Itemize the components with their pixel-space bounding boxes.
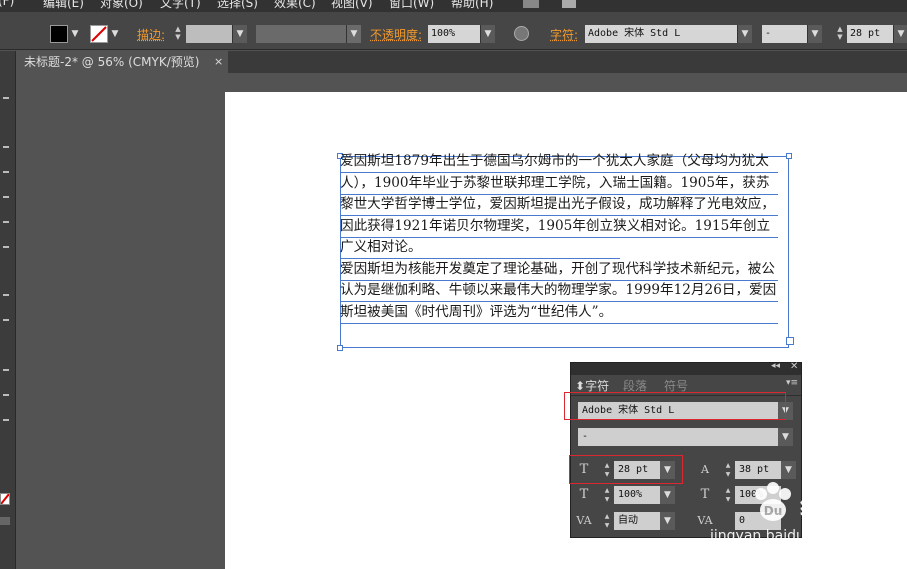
overflow-handle[interactable] — [786, 337, 794, 345]
tool-icon[interactable] — [3, 196, 9, 198]
expand-icon: ⬍ — [575, 379, 586, 393]
leading-field[interactable]: 38 pt — [735, 461, 781, 479]
control-bar: ▼ ▼ 描边: ▲ ▼ ▼ ▼ 不透明度: 100% ▼ 字符: Adobe 宋体… — [0, 12, 907, 50]
menu-select[interactable]: 选择(S) — [217, 0, 258, 11]
menu-window[interactable]: 窗口(W) — [389, 0, 434, 11]
watermark: Du 经验 jingyan.baidu.com — [710, 478, 907, 569]
vertical-scale-field[interactable]: 100% — [614, 486, 660, 504]
menu-bar: (F) 编辑(E) 对象(O) 文字(T) 选择(S) 效果(C) 视图(V) … — [0, 0, 907, 12]
chevron-down-icon[interactable]: ▼ — [108, 25, 122, 43]
fill-swatch[interactable] — [50, 25, 68, 43]
chevron-down-icon[interactable]: ▼ — [346, 25, 361, 43]
chevron-down-icon[interactable]: ▼ — [232, 25, 247, 43]
no-stroke-icon — [91, 26, 107, 42]
chevron-down-icon[interactable]: ▼ — [807, 25, 822, 43]
collapse-icon[interactable]: ◂◂ — [771, 361, 780, 371]
vertical-scale-icon: T — [579, 487, 589, 502]
text-baseline — [340, 323, 778, 324]
chevron-down-icon[interactable]: ▼ — [778, 428, 793, 446]
panel-menu-icon[interactable]: ▾≡ — [786, 378, 798, 388]
chevron-down-icon[interactable]: ▼ — [660, 486, 675, 504]
panel-title-bar[interactable]: ◂◂ ✕ — [571, 361, 801, 375]
stroke-color-icon[interactable] — [0, 493, 10, 505]
area-text-content[interactable]: 爱因斯坦1879年出生于德国乌尔姆市的一个犹太人家庭（父母均为犹太人），1900… — [340, 151, 780, 323]
document-tab-title: 未标题-2* @ 56% (CMYK/预览) — [24, 55, 200, 69]
kerning-icon: VA — [576, 514, 592, 527]
tool-icon[interactable] — [3, 171, 9, 173]
tools-panel — [0, 51, 16, 569]
font-style-field[interactable]: - — [578, 428, 778, 446]
chevron-down-icon[interactable]: ▼ — [781, 461, 796, 479]
leading-icon: A — [701, 463, 709, 476]
kerning-stepper[interactable]: ▲ ▼ — [602, 512, 612, 530]
stroke-weight-field[interactable] — [186, 25, 232, 43]
opacity-field[interactable]: 100% — [428, 25, 480, 43]
menu-view[interactable]: 视图(V) — [331, 0, 373, 11]
close-icon[interactable]: ✕ — [790, 361, 798, 372]
menu-type[interactable]: 文字(T) — [160, 0, 201, 11]
opacity-label[interactable]: 不透明度: — [370, 26, 422, 43]
font-size-highlight — [569, 455, 683, 484]
menu-object[interactable]: 对象(O) — [100, 0, 143, 11]
recolor-icon[interactable] — [514, 26, 529, 41]
horizontal-scale-icon: T — [700, 487, 710, 502]
chevron-down-icon[interactable]: ▼ — [893, 25, 907, 43]
chevron-down-icon[interactable]: ▼ — [737, 25, 752, 43]
chevron-down-icon[interactable]: ▼ — [480, 25, 495, 43]
tool-icon[interactable] — [3, 419, 9, 421]
drawing-mode-icon[interactable] — [0, 517, 10, 525]
chevron-down-icon[interactable]: ▼ — [660, 512, 675, 530]
arrange-documents-icon[interactable] — [562, 0, 576, 8]
menu-help[interactable]: 帮助(H) — [451, 0, 493, 11]
no-stroke-icon — [1, 494, 9, 504]
stroke-weight-stepper[interactable]: ▲ ▼ — [172, 25, 184, 43]
stroke-label[interactable]: 描边: — [137, 26, 165, 43]
menu-file[interactable]: (F) — [0, 0, 14, 8]
font-size-field[interactable]: 28 pt — [847, 25, 893, 43]
chevron-down-icon[interactable]: ▼ — [68, 25, 82, 43]
font-family-field[interactable]: Adobe 宋体 Std L — [585, 25, 737, 43]
font-size-stepper[interactable]: ▲ ▼ — [834, 25, 846, 43]
svg-text:Du: Du — [764, 504, 783, 518]
leading-stepper[interactable]: ▲ ▼ — [723, 461, 733, 479]
watermark-brand: 经验 — [800, 492, 848, 520]
document-tab[interactable]: 未标题-2* @ 56% (CMYK/预览) × — [16, 51, 228, 73]
selection-handle[interactable] — [337, 345, 343, 351]
tool-icon[interactable] — [3, 394, 9, 396]
font-family-highlight — [564, 392, 786, 420]
tool-icon[interactable] — [3, 97, 9, 99]
tool-icon[interactable] — [3, 319, 9, 321]
tool-icon[interactable] — [3, 146, 9, 148]
tool-icon[interactable] — [3, 246, 9, 248]
menu-edit[interactable]: 编辑(E) — [43, 0, 84, 11]
vertical-scale-stepper[interactable]: ▲ ▼ — [602, 486, 612, 504]
variable-width-profile[interactable] — [256, 25, 346, 43]
close-icon[interactable]: × — [214, 51, 228, 73]
menu-effect[interactable]: 效果(C) — [274, 0, 316, 11]
document-tab-bar: 未标题-2* @ 56% (CMYK/预览) × — [16, 51, 907, 73]
stroke-swatch[interactable] — [90, 25, 108, 43]
tool-icon[interactable] — [3, 369, 9, 371]
paw-logo: Du — [755, 482, 791, 521]
watermark-url: jingyan.baidu.com — [710, 528, 840, 544]
tool-icon[interactable] — [3, 221, 9, 223]
selection-handle[interactable] — [786, 153, 792, 159]
character-label[interactable]: 字符: — [550, 26, 578, 43]
bridge-icon[interactable] — [523, 0, 539, 8]
kerning-field[interactable]: 自动 — [614, 512, 660, 530]
tool-icon[interactable] — [3, 294, 9, 296]
font-style-field[interactable]: - — [762, 25, 807, 43]
